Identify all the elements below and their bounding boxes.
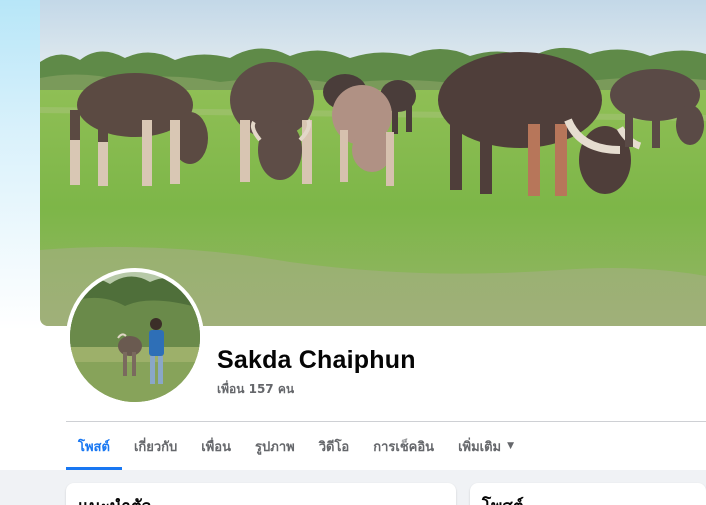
tab-videos[interactable]: วิดีโอ [307,422,362,470]
intro-card: แนะนำตัว [66,483,456,505]
tab-about[interactable]: เกี่ยวกับ [122,422,189,470]
posts-title: โพสต์ [482,493,524,505]
profile-tabs: โพสต์ เกี่ยวกับ เพื่อน รูปภาพ วิดีโอ การ… [66,422,526,470]
profile-avatar[interactable] [66,268,204,406]
tab-label: วิดีโอ [318,439,350,455]
page-background-gradient [0,0,40,330]
tab-label: รูปภาพ [255,439,295,455]
tab-label: การเช็คอิน [373,439,435,455]
tab-label: เพื่อน [201,439,232,455]
tab-checkins[interactable]: การเช็คอิน [361,422,446,470]
tab-posts[interactable]: โพสต์ [66,422,122,470]
tab-label: เพิ่มเติม [458,439,502,455]
tab-friends[interactable]: เพื่อน [189,422,243,470]
caret-down-icon: ▼ [507,441,515,451]
tab-label: โพสต์ [78,439,110,455]
tab-label: เกี่ยวกับ [133,439,178,455]
tab-photos[interactable]: รูปภาพ [243,422,307,470]
tab-more[interactable]: เพิ่มเติม ▼ [446,422,526,470]
intro-title: แนะนำตัว [78,493,151,505]
friend-count[interactable]: เพื่อน 157 คน [217,380,294,399]
profile-name: Sakda Chaiphun [217,346,416,374]
posts-card: โพสต์ [470,483,706,505]
